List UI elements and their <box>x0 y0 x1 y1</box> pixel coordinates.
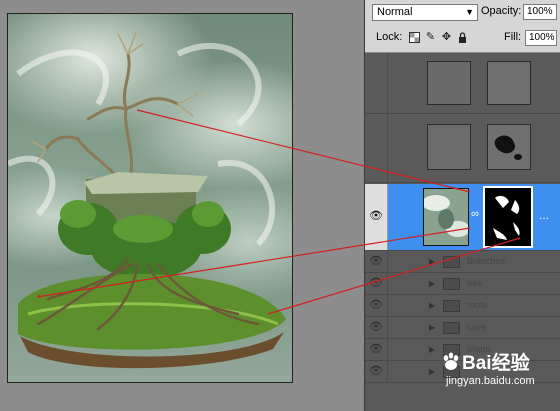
watermark-logo-text: Bai经验 <box>462 353 530 374</box>
opacity-field[interactable]: 100% <box>523 4 557 20</box>
eye-icon: 👁 <box>369 365 383 377</box>
opacity-label: Opacity: <box>481 5 522 17</box>
expand-triangle-icon[interactable]: ▶ <box>429 367 435 376</box>
layer-row[interactable] <box>365 114 560 183</box>
group-name: tree <box>467 278 483 288</box>
group-name: Branches <box>467 256 506 266</box>
layer-group-row[interactable]: 👁 ▶ cave <box>365 317 560 339</box>
document-image[interactable] <box>7 13 293 383</box>
visibility-toggle[interactable]: 👁 <box>365 361 388 382</box>
layers-panel-options: Normal ▼ Opacity: 100% Lock: ✎ ✥ Fill: 1… <box>365 0 560 53</box>
eye-icon: 👁 <box>369 299 383 311</box>
lock-transparent-pixels-icon[interactable] <box>409 32 420 43</box>
layer-thumbnail[interactable] <box>422 188 470 246</box>
visibility-toggle[interactable]: 👁 <box>365 295 388 316</box>
visibility-toggle[interactable]: 👁 <box>365 273 388 294</box>
expand-triangle-icon[interactable]: ▶ <box>429 323 435 332</box>
folder-icon <box>443 256 460 268</box>
visibility-toggle[interactable]: 👁 <box>365 184 388 250</box>
paw-logo-icon <box>443 352 459 370</box>
layer-thumbnail <box>427 61 471 105</box>
eye-icon: 👁 <box>369 321 383 333</box>
expand-triangle-icon[interactable]: ▶ <box>429 279 435 288</box>
expand-triangle-icon[interactable]: ▶ <box>429 257 435 266</box>
fill-label: Fill: <box>504 31 522 43</box>
visibility-toggle[interactable] <box>365 53 388 113</box>
layer-mask-thumbnail <box>487 61 531 105</box>
visibility-toggle[interactable]: 👁 <box>365 251 388 272</box>
floating-island-artwork <box>8 31 286 369</box>
folder-icon <box>443 322 460 334</box>
group-name: cave <box>467 322 487 332</box>
lock-position-icon[interactable]: ✥ <box>441 32 452 43</box>
layer-mask-thumbnail[interactable] <box>483 186 533 248</box>
folder-icon <box>443 300 460 312</box>
selected-layer-row[interactable]: 👁 ∞ ... <box>365 184 560 251</box>
fill-field[interactable]: 100% <box>525 30 557 46</box>
visibility-toggle[interactable] <box>365 114 388 182</box>
expand-triangle-icon[interactable]: ▶ <box>429 345 435 354</box>
link-chain-icon[interactable]: ∞ <box>471 208 479 220</box>
expand-triangle-icon[interactable]: ▶ <box>429 301 435 310</box>
layer-group-row[interactable]: 👁 ▶ tree <box>365 273 560 295</box>
document-canvas-area[interactable] <box>0 0 364 411</box>
blend-mode-value: Normal <box>377 6 413 18</box>
layer-thumbnail <box>427 124 471 170</box>
eye-icon: 👁 <box>369 255 383 267</box>
eye-icon: 👁 <box>369 343 383 355</box>
visibility-toggle[interactable]: 👁 <box>365 339 388 360</box>
layer-group-row[interactable]: 👁 ▶ roots <box>365 295 560 317</box>
lock-all-icon[interactable] <box>457 32 468 43</box>
blend-mode-dropdown[interactable]: Normal ▼ <box>372 4 478 21</box>
visibility-toggle[interactable]: 👁 <box>365 317 388 338</box>
folder-icon <box>443 278 460 290</box>
chevron-down-icon: ▼ <box>465 7 474 17</box>
eye-icon: 👁 <box>369 210 383 222</box>
lock-label: Lock: <box>376 31 403 43</box>
baidu-jingyan-watermark: Bai经验 jingyan.baidu.com <box>440 348 535 387</box>
layer-group-row[interactable]: 👁 ▶ Branches <box>365 251 560 273</box>
layer-row[interactable] <box>365 53 560 114</box>
layer-options-icon[interactable]: ... <box>539 208 549 222</box>
watermark-url: jingyan.baidu.com <box>446 375 535 387</box>
layer-mask-thumbnail <box>487 124 531 170</box>
group-name: roots <box>467 300 488 310</box>
lock-image-pixels-icon[interactable]: ✎ <box>425 32 436 43</box>
eye-icon: 👁 <box>369 277 383 289</box>
